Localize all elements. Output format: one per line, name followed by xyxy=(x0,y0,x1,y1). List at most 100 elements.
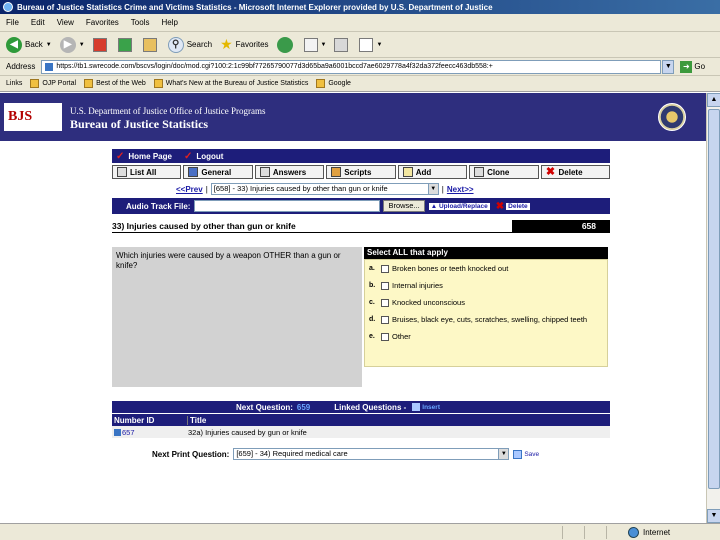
address-bar: Address https://tb1.swrecode.com/bscvs/l… xyxy=(0,58,720,76)
clone-label: Clone xyxy=(487,167,510,177)
address-label: Address xyxy=(6,62,36,71)
home-page-link[interactable]: ✓ Home Page xyxy=(116,151,172,162)
answer-checkbox[interactable] xyxy=(381,299,389,307)
link-best-of-web[interactable]: Best of the Web xyxy=(84,79,146,88)
scroll-thumb[interactable] xyxy=(708,109,720,489)
next-link[interactable]: Next>> xyxy=(447,185,474,194)
linked-questions-label: Linked Questions - xyxy=(334,402,407,412)
menu-file[interactable]: File xyxy=(6,18,19,27)
link-whats-new[interactable]: What's New at the Bureau of Justice Stat… xyxy=(153,79,308,88)
answer-checkbox[interactable] xyxy=(381,282,389,290)
question-text: Which injuries were caused by a weapon O… xyxy=(112,247,362,387)
link-google[interactable]: Google xyxy=(316,79,351,88)
question-number: 658 xyxy=(512,219,610,232)
vertical-scrollbar[interactable]: ▲ ▼ xyxy=(706,93,720,523)
window-title-bar: Bureau of Justice Statistics Crime and V… xyxy=(0,0,720,14)
delete-x-icon: ✖ xyxy=(495,200,505,212)
answer-checkbox[interactable] xyxy=(381,265,389,273)
prev-link[interactable]: <<Prev xyxy=(176,185,203,194)
back-label: Back xyxy=(25,40,43,49)
logout-link[interactable]: ✓ Logout xyxy=(184,151,224,162)
answer-text: Bruises, black eye, cuts, scratches, swe… xyxy=(392,315,588,324)
audio-delete-link[interactable]: Delete xyxy=(506,202,530,210)
general-button[interactable]: General xyxy=(183,165,253,179)
go-arrow-icon: ➜ xyxy=(680,60,693,73)
scripts-label: Scripts xyxy=(344,167,372,177)
chevron-down-icon[interactable]: ▼ xyxy=(498,449,509,459)
menu-view[interactable]: View xyxy=(57,18,74,27)
top-nav: ✓ Home Page ✓ Logout xyxy=(112,149,610,163)
window-title: Bureau of Justice Statistics Crime and V… xyxy=(17,2,493,12)
linked-question-id[interactable]: 657 xyxy=(112,428,188,437)
chevron-down-icon[interactable]: ▼ xyxy=(427,184,438,194)
scroll-up-icon[interactable]: ▲ xyxy=(707,93,720,107)
print-icon xyxy=(334,37,349,52)
browser-toolbar: ◀ Back ▼ ▶ ▼ ⚲ Search ★ Favorites ▼ ▼ xyxy=(0,32,720,58)
menu-help[interactable]: Help xyxy=(161,18,177,27)
answer-letter: c. xyxy=(369,299,375,306)
print-button[interactable] xyxy=(334,37,351,52)
link-ojp-portal[interactable]: OJP Portal xyxy=(30,79,76,88)
ie-icon xyxy=(3,2,13,12)
answer-checkbox[interactable] xyxy=(381,316,389,324)
stop-button[interactable] xyxy=(92,37,110,52)
next-question-number[interactable]: 659 xyxy=(297,403,310,412)
mail-button[interactable]: ▼ xyxy=(303,37,327,52)
search-button[interactable]: ⚲ Search xyxy=(167,36,212,53)
add-button[interactable]: Add xyxy=(397,165,468,179)
menu-tools[interactable]: Tools xyxy=(131,18,150,27)
zone-label: Internet xyxy=(643,527,671,537)
col-number-id: Number ID xyxy=(112,415,188,425)
question-link-icon xyxy=(114,428,121,436)
edit-button[interactable]: ▼ xyxy=(359,37,382,52)
question-editor: ✓ Home Page ✓ Logout List All General An… xyxy=(112,149,610,462)
check-icon: ✓ xyxy=(116,150,125,162)
favorites-button[interactable]: ★ Favorites xyxy=(220,36,268,53)
answer-text: Other xyxy=(392,332,411,341)
clone-button[interactable]: Clone xyxy=(469,165,539,179)
home-page-label: Home Page xyxy=(128,151,172,161)
pager-separator: | xyxy=(441,184,444,194)
home-button[interactable] xyxy=(142,37,160,52)
page-viewport: BJS U.S. Department of Justice Office of… xyxy=(0,93,720,523)
address-dropdown-icon[interactable]: ▼ xyxy=(662,59,675,74)
audio-file-input[interactable] xyxy=(194,200,381,212)
scripts-icon xyxy=(331,167,342,177)
delete-button[interactable]: ✖ Delete xyxy=(540,165,610,179)
answer-text: Internal injuries xyxy=(392,281,443,290)
answer-option: e. Other xyxy=(369,332,603,341)
answer-checkbox[interactable] xyxy=(381,333,389,341)
mail-icon xyxy=(303,37,318,52)
scroll-down-icon[interactable]: ▼ xyxy=(707,509,720,523)
next-question-label: Next Question: xyxy=(236,402,293,412)
forward-button[interactable]: ▶ ▼ xyxy=(59,36,85,53)
refresh-button[interactable] xyxy=(117,37,135,52)
save-link[interactable]: Save xyxy=(513,449,539,459)
menu-favorites[interactable]: Favorites xyxy=(86,18,119,27)
answer-option: c. Knocked unconscious xyxy=(369,298,603,307)
scripts-button[interactable]: Scripts xyxy=(326,165,396,179)
next-print-select[interactable]: [659] - 34) Required medical care ▼ xyxy=(233,448,510,460)
address-input[interactable]: https://tb1.swrecode.com/bscvs/login/doc… xyxy=(41,59,662,74)
doj-seal-icon xyxy=(658,103,686,131)
answers-button[interactable]: Answers xyxy=(254,165,325,179)
back-button[interactable]: ◀ Back ▼ xyxy=(6,36,52,53)
answer-letter: d. xyxy=(369,316,376,323)
status-divider xyxy=(562,525,563,539)
next-question-row: Next Question: 659 Linked Questions - In… xyxy=(112,401,610,413)
mail-dropdown-icon[interactable]: ▼ xyxy=(321,42,327,48)
media-button[interactable] xyxy=(276,36,296,53)
bjs-logo[interactable]: BJS xyxy=(4,103,62,131)
forward-dropdown-icon[interactable]: ▼ xyxy=(79,42,85,48)
question-select[interactable]: [658] - 33) Injuries caused by other tha… xyxy=(210,183,439,195)
list-all-button[interactable]: List All xyxy=(112,165,182,179)
browse-button[interactable]: Browse... xyxy=(383,200,425,212)
go-button[interactable]: ➜ Go xyxy=(680,60,705,73)
menu-edit[interactable]: Edit xyxy=(31,18,45,27)
edit-dropdown-icon[interactable]: ▼ xyxy=(376,42,382,48)
back-dropdown-icon[interactable]: ▼ xyxy=(46,42,52,48)
menu-bar: File Edit View Favorites Tools Help xyxy=(0,14,720,32)
question-pager: <<Prev | [658] - 33) Injuries caused by … xyxy=(112,182,610,196)
upload-replace-link[interactable]: ▲ Upload/Replace xyxy=(428,202,490,210)
insert-link[interactable]: Insert xyxy=(412,403,440,411)
